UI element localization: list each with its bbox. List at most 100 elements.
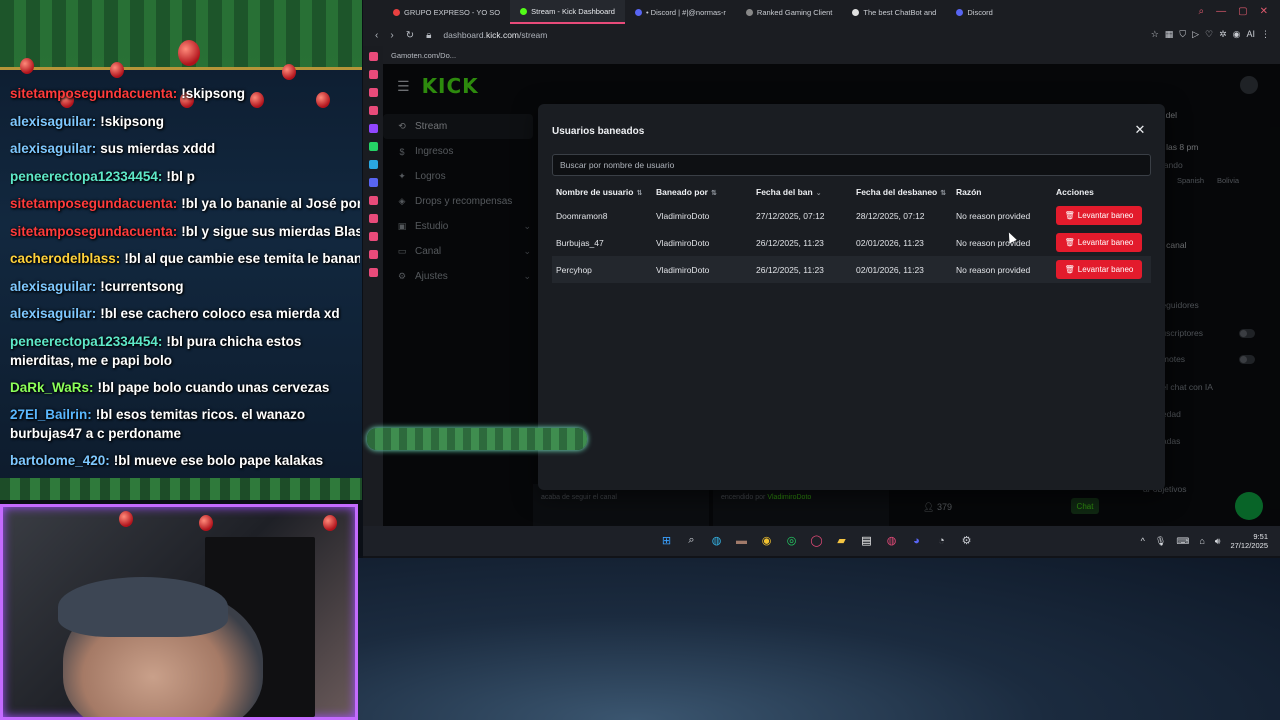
- table-row: Burbujas_47 VladimiroDoto 26/12/2025, 11:2…: [552, 229, 1151, 256]
- chrome-icon[interactable]: ◉: [759, 533, 774, 548]
- column-header[interactable]: Fecha del ban ⌄: [752, 182, 852, 202]
- ai-label[interactable]: AI: [1246, 29, 1255, 40]
- forward-icon[interactable]: ›: [390, 30, 393, 41]
- minimize-icon[interactable]: —: [1216, 6, 1226, 17]
- app-icon[interactable]: [368, 70, 378, 79]
- unban-button[interactable]: 🗑︎ Levantar baneo: [1056, 233, 1142, 252]
- play-icon[interactable]: ▷: [1192, 29, 1199, 40]
- discord-icon[interactable]: ◕: [909, 533, 924, 548]
- cell-reason: No reason provided: [956, 237, 1031, 248]
- puzzle-icon[interactable]: ✲: [1219, 29, 1227, 40]
- windows-start-icon[interactable]: ⊞: [659, 533, 674, 548]
- ornament-icon: [282, 64, 296, 80]
- settings-icon[interactable]: [368, 268, 378, 277]
- twitch-icon[interactable]: [368, 124, 378, 133]
- chat-username: alexisaguilar:: [10, 113, 97, 129]
- cell-reason: No reason provided: [952, 256, 1052, 283]
- column-header-label: Baneado por: [656, 187, 708, 197]
- christmas-garland-overlay: [367, 428, 587, 450]
- extension-icon[interactable]: ▦: [1165, 29, 1174, 40]
- trash-icon: 🗑︎: [1064, 265, 1075, 274]
- address-field[interactable]: dashboard.kick.com/stream: [443, 30, 547, 40]
- app-icon[interactable]: [368, 196, 378, 205]
- column-header[interactable]: Baneado por ⇅: [652, 182, 752, 202]
- cell-user: Percyhop: [552, 256, 652, 283]
- app-icon[interactable]: [368, 250, 378, 259]
- chat-username: alexisaguilar:: [10, 278, 97, 294]
- settings-icon[interactable]: ⚙: [959, 533, 974, 548]
- browser-tab[interactable]: Discord: [946, 0, 1002, 24]
- bookmark-icon[interactable]: ☆: [1151, 29, 1159, 40]
- close-icon[interactable]: ✕: [1260, 6, 1268, 17]
- app-icon[interactable]: [368, 88, 378, 97]
- banned-users-table: Nombre de usuario ⇅ Baneado por ⇅ Fecha del …: [552, 182, 1151, 283]
- back-icon[interactable]: ‹: [375, 30, 378, 41]
- keyboard-icon[interactable]: ⌨: [1176, 536, 1189, 547]
- streamer-cap: [58, 577, 228, 637]
- browser-tab[interactable]: GRUPO EXPRESO - YO SO: [383, 0, 510, 24]
- browser-tab[interactable]: Ranked Gaming Client: [736, 0, 842, 24]
- whatsapp-icon[interactable]: [368, 142, 378, 151]
- search-icon[interactable]: ⌕: [1199, 6, 1205, 17]
- chat-message: DaRk_WaRs: !bl pape bolo cuando unas cerv…: [10, 374, 360, 402]
- shield-icon[interactable]: ⛉: [1179, 29, 1186, 40]
- system-clock[interactable]: 9:51 27/12/2025: [1230, 532, 1268, 550]
- telegram-icon[interactable]: [368, 160, 378, 169]
- tab-label: Stream - Kick Dashboard: [531, 6, 615, 16]
- tab-favicon-icon: [852, 8, 860, 16]
- menu-icon[interactable]: ⋮: [1261, 29, 1270, 40]
- app-icon[interactable]: [368, 52, 378, 61]
- app-icon[interactable]: [368, 232, 378, 241]
- chat-username: peneerectopa12334454:: [10, 168, 163, 184]
- sort-icon[interactable]: ⇅: [636, 190, 642, 197]
- chat-message: cacherodelblass: !bl al que cambie ese te…: [10, 245, 360, 273]
- cell-by: VladimiroDoto: [656, 237, 710, 248]
- cell-user: Doomramon8: [556, 210, 608, 221]
- sort-icon[interactable]: ⇅: [940, 190, 946, 197]
- profile-icon[interactable]: ◉: [1233, 29, 1241, 40]
- folder-icon[interactable]: ▰: [834, 533, 849, 548]
- app-icon[interactable]: ◍: [884, 533, 899, 548]
- trash-icon: 🗑︎: [1064, 238, 1075, 247]
- edge-icon[interactable]: ◍: [709, 533, 724, 548]
- chat-message-list: sitetamposegundacuenta: !skipsong alexisag…: [10, 80, 360, 500]
- close-icon[interactable]: ✕: [1133, 123, 1147, 137]
- sort-icon[interactable]: ⌄: [816, 190, 822, 197]
- app-icon[interactable]: ▬: [734, 533, 749, 548]
- username-search-input[interactable]: [552, 154, 1151, 176]
- heart-icon[interactable]: ♡: [1205, 29, 1213, 40]
- microphone-icon[interactable]: 🎙︎: [1155, 536, 1166, 547]
- browser-tab[interactable]: The best ChatBot and: [842, 0, 946, 24]
- chevron-up-icon[interactable]: ^: [1141, 536, 1145, 546]
- opera-gx-icon[interactable]: ◯: [809, 533, 824, 548]
- network-icon[interactable]: ⌂: [1199, 536, 1204, 546]
- app-icon[interactable]: [368, 106, 378, 115]
- app-icon[interactable]: [368, 214, 378, 223]
- ornament-icon: [119, 511, 133, 527]
- browser-tab-bar: GRUPO EXPRESO - YO SO Stream - Kick Dashb…: [363, 0, 1280, 24]
- kick-dashboard: ☰ KICK ⟲ Stream $ Ingresos ✦ Logros ◈ Drops y r…: [383, 64, 1280, 526]
- unban-button[interactable]: 🗑︎ Levantar baneo: [1056, 206, 1142, 225]
- column-header[interactable]: Fecha del desbaneo ⇅: [852, 182, 952, 202]
- volume-icon[interactable]: 🔊︎: [1215, 536, 1221, 547]
- column-header-label: Razón: [956, 187, 982, 197]
- discord-icon[interactable]: [368, 178, 378, 187]
- column-header: Acciones: [1052, 182, 1151, 202]
- whatsapp-icon[interactable]: ◎: [784, 533, 799, 548]
- search-icon[interactable]: ⌕: [684, 533, 699, 548]
- bookmark-item[interactable]: Gamoten.com/Do...: [391, 51, 456, 60]
- tab-label: The best ChatBot and: [863, 7, 937, 17]
- unban-button[interactable]: 🗑︎ Levantar baneo: [1056, 260, 1142, 279]
- browser-tab[interactable]: • Discord | #|@normas-r: [625, 0, 736, 24]
- reload-icon[interactable]: ↻: [406, 30, 414, 41]
- maximize-icon[interactable]: ▢: [1238, 6, 1247, 17]
- window-controls: ⌕ — ▢ ✕: [1199, 6, 1268, 17]
- sort-icon[interactable]: ⇅: [711, 190, 717, 197]
- store-icon[interactable]: ▤: [859, 533, 874, 548]
- tab-label: Ranked Gaming Client: [756, 7, 833, 17]
- browser-side-strip: [363, 46, 383, 526]
- column-header[interactable]: Nombre de usuario ⇅: [552, 182, 652, 202]
- browser-tab[interactable]: Stream - Kick Dashboard: [510, 0, 625, 24]
- chat-text: !bl ya lo bananie al José por cholo: [181, 196, 360, 211]
- obs-icon[interactable]: ◔: [934, 533, 949, 548]
